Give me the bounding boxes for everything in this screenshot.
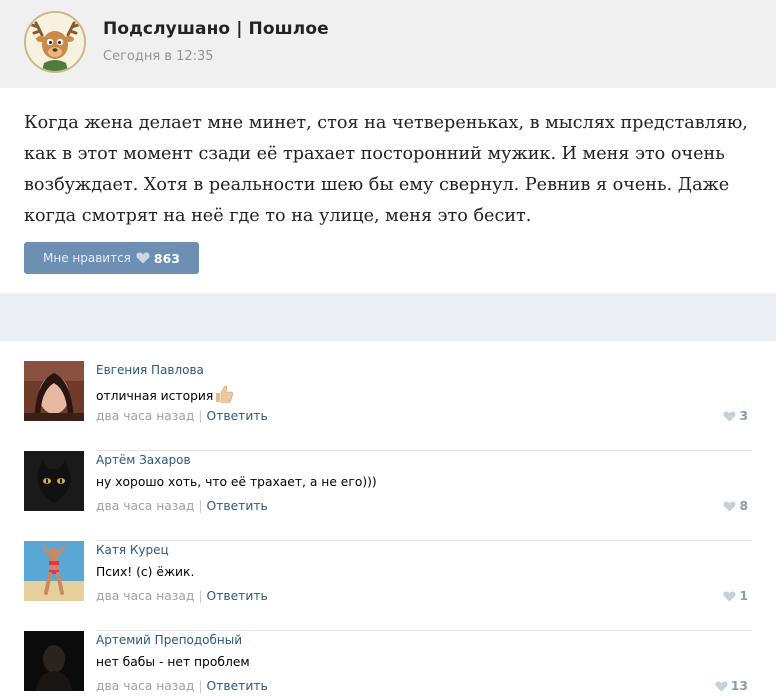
- reply-link[interactable]: Ответить: [207, 409, 268, 423]
- comment-time[interactable]: два часа назад: [96, 679, 194, 693]
- comment-item: Артемий Преподобный нет бабы - нет пробл…: [24, 631, 752, 697]
- comment-text-content: отличная история: [96, 389, 214, 403]
- comment-time[interactable]: два часа назад: [96, 589, 194, 603]
- comment-meta: два часа назад | Ответить: [96, 589, 268, 603]
- comment-like-button[interactable]: 13: [715, 679, 748, 693]
- like-button-label: Мне нравится: [43, 251, 131, 265]
- comment-author[interactable]: Катя Курец: [96, 543, 169, 557]
- group-name[interactable]: Подслушано | Пошлое: [103, 19, 329, 39]
- avatar[interactable]: [24, 361, 84, 421]
- comment-text: отличная история: [96, 385, 234, 403]
- meta-separator: |: [198, 679, 203, 693]
- comment-like-button[interactable]: 8: [723, 499, 748, 513]
- like-button[interactable]: Мне нравится 863: [24, 242, 199, 274]
- heart-icon: [136, 252, 150, 264]
- comment-meta: два часа назад | Ответить: [96, 679, 268, 693]
- comment-author[interactable]: Евгения Павлова: [96, 363, 204, 377]
- like-count: 863: [153, 250, 180, 266]
- comment-time[interactable]: два часа назад: [96, 499, 194, 513]
- meta-separator: |: [198, 589, 203, 603]
- post-text: Когда жена делает мне минет, стоя на чет…: [24, 113, 748, 226]
- reply-link[interactable]: Ответить: [207, 679, 268, 693]
- meta-separator: |: [198, 409, 203, 423]
- comment-time[interactable]: два часа назад: [96, 409, 194, 423]
- comment-like-count: 3: [739, 409, 748, 423]
- comment-text: нет бабы - нет проблем: [96, 655, 250, 669]
- comment-meta: два часа назад | Ответить: [96, 499, 268, 513]
- comment-text: Псих! (с) ёжик.: [96, 565, 194, 579]
- avatar[interactable]: [24, 541, 84, 601]
- heart-icon: [723, 590, 736, 602]
- heart-icon: [715, 680, 728, 692]
- comment-like-button[interactable]: 3: [723, 409, 748, 423]
- comment-like-count: 8: [739, 499, 748, 513]
- comment-text-content: ну хорошо хоть, что её трахает, а не его…: [96, 475, 377, 489]
- deer-logo-icon: [26, 13, 84, 71]
- thumbs-up-icon: [214, 385, 234, 403]
- section-separator: [0, 293, 776, 341]
- comment-text: ну хорошо хоть, что её трахает, а не его…: [96, 475, 377, 489]
- comment-text-content: Псих! (с) ёжик.: [96, 565, 195, 579]
- comment-author[interactable]: Артём Захаров: [96, 453, 191, 467]
- heart-icon: [723, 500, 736, 512]
- post-header: Подслушано | Пошлое Сегодня в 12:35: [0, 0, 776, 88]
- comment-text-content: нет бабы - нет проблем: [96, 655, 250, 669]
- comment-like-count: 1: [739, 589, 748, 603]
- comment-meta: два часа назад | Ответить: [96, 409, 268, 423]
- comment-author[interactable]: Артемий Преподобный: [96, 633, 242, 647]
- group-avatar[interactable]: [24, 11, 86, 73]
- comment-item: Артём Захаров ну хорошо хоть, что её тра…: [24, 451, 752, 541]
- meta-separator: |: [198, 499, 203, 513]
- heart-icon: [723, 410, 736, 422]
- post-timestamp[interactable]: Сегодня в 12:35: [103, 49, 214, 64]
- comment-item: Катя Курец Псих! (с) ёжик. два часа наза…: [24, 541, 752, 631]
- comment-like-button[interactable]: 1: [723, 589, 748, 603]
- reply-link[interactable]: Ответить: [207, 499, 268, 513]
- avatar[interactable]: [24, 631, 84, 691]
- reply-link[interactable]: Ответить: [207, 589, 268, 603]
- avatar[interactable]: [24, 451, 84, 511]
- comment-item: Евгения Павлова отличная история два час…: [24, 361, 752, 451]
- comment-like-count: 13: [730, 679, 748, 693]
